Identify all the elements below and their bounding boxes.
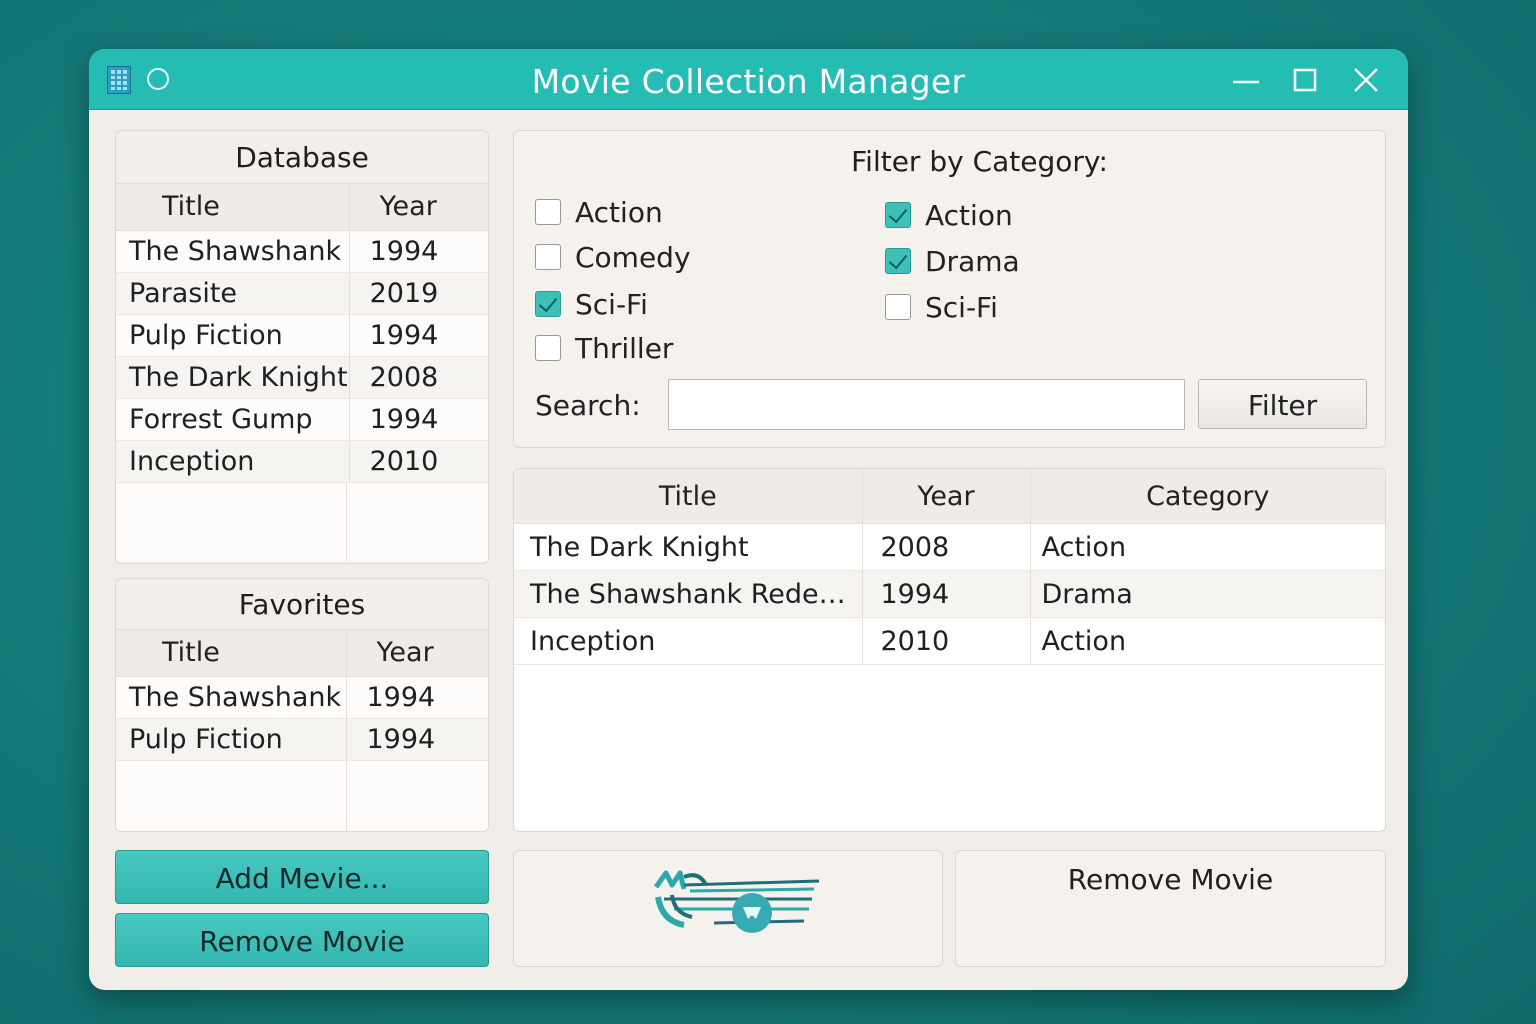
table-row[interactable]: The Shawshank 1994	[116, 676, 488, 719]
results-table: Title Year Category The Dark Knight 2008…	[514, 469, 1385, 665]
checkbox-scifi-left[interactable]: Sci-Fi	[535, 286, 648, 322]
results-col-title[interactable]: Title	[514, 469, 863, 524]
checkbox-label: Action	[925, 198, 1013, 232]
table-row[interactable]: Pulp Fiction 1994	[116, 314, 488, 357]
checkbox-box[interactable]	[535, 199, 561, 225]
database-heading: Database	[116, 131, 488, 184]
checkbox-label: Thriller	[575, 331, 674, 365]
database-empty-area	[116, 482, 488, 561]
row-year: 1994	[349, 230, 488, 273]
close-icon[interactable]	[1349, 63, 1383, 97]
database-panel: Database Title Year The Shawshank 1994 P…	[115, 130, 489, 564]
row-year: 1994	[862, 570, 1031, 618]
checkbox-label: Action	[575, 195, 663, 229]
row-year: 1994	[346, 718, 488, 761]
checkbox-box[interactable]	[535, 244, 561, 270]
favorites-panel: Favorites Title Year The Shawshank 1994 …	[115, 578, 489, 832]
checkbox-thriller-left[interactable]: Thriller	[535, 330, 673, 366]
add-movie-button[interactable]: Add Mevie...	[115, 850, 489, 904]
database-col-year[interactable]: Year	[349, 184, 488, 231]
favorites-empty-area	[116, 760, 488, 831]
results-col-category[interactable]: Category	[1030, 469, 1385, 524]
favorites-table: Title Year The Shawshank 1994 Pulp Ficti…	[116, 630, 488, 761]
checkbox-label: Sci-Fi	[575, 287, 648, 321]
row-year: 1994	[349, 398, 488, 441]
row-year: 2019	[349, 272, 488, 315]
row-year: 2010	[349, 440, 488, 483]
movie-logo-icon	[653, 870, 820, 933]
filter-button[interactable]: Filter	[1198, 379, 1367, 429]
row-title: The Dark Knight	[514, 523, 863, 571]
table-row[interactable]: Pulp Fiction 1994	[116, 718, 488, 761]
row-year: 2008	[349, 356, 488, 399]
table-row[interactable]: Inception 2010	[116, 440, 488, 483]
row-title: The Shawshank	[116, 230, 350, 273]
filter-title: Filter by Category:	[851, 145, 1108, 178]
row-category: Action	[1030, 617, 1385, 665]
row-year: 1994	[346, 676, 488, 719]
filter-panel: Filter by Category: Action Comedy Sci-Fi…	[513, 130, 1386, 448]
title-bar[interactable]: Movie Collection Manager	[89, 49, 1408, 110]
row-year: 1994	[349, 314, 488, 357]
checkbox-label: Drama	[925, 244, 1020, 278]
checkbox-box[interactable]	[885, 294, 911, 320]
database-table: Title Year The Shawshank 1994 Parasite 2…	[116, 184, 488, 483]
checkbox-label: Comedy	[575, 240, 691, 274]
checkbox-label: Sci-Fi	[925, 290, 998, 324]
checkbox-drama-right[interactable]: Drama	[885, 243, 1020, 279]
row-title: Inception	[116, 440, 350, 483]
row-title: Pulp Fiction	[116, 718, 347, 761]
row-year: 2008	[862, 523, 1031, 571]
search-label: Search:	[535, 389, 641, 422]
row-year: 2010	[862, 617, 1031, 665]
table-row[interactable]: The Shawshank Redempt... 1994 Drama	[514, 570, 1385, 618]
row-title: The Shawshank Redempt...	[514, 570, 863, 618]
remove-movie-panel-label[interactable]: Remove Movie	[956, 863, 1385, 896]
minimize-icon[interactable]	[1229, 63, 1263, 97]
checkbox-box[interactable]	[535, 335, 561, 361]
row-title: Forrest Gump	[116, 398, 350, 441]
remove-movie-button[interactable]: Remove Movie	[115, 913, 489, 967]
favorites-col-title[interactable]: Title	[116, 630, 347, 677]
table-row[interactable]: Inception 2010 Action	[514, 617, 1385, 665]
remove-movie-panel[interactable]: Remove Movie	[955, 850, 1386, 967]
checkbox-box[interactable]	[885, 248, 911, 274]
checkbox-action-left[interactable]: Action	[535, 194, 663, 230]
table-row[interactable]: The Dark Knight 2008 Action	[514, 523, 1385, 571]
row-title: Parasite	[116, 272, 350, 315]
database-col-title[interactable]: Title	[116, 184, 350, 231]
maximize-icon[interactable]	[1288, 63, 1322, 97]
table-row[interactable]: The Dark Knight 2008	[116, 356, 488, 399]
checkbox-box[interactable]	[885, 202, 911, 228]
results-panel: Title Year Category The Dark Knight 2008…	[513, 468, 1386, 832]
table-row[interactable]: The Shawshank 1994	[116, 230, 488, 273]
row-title: The Dark Knight	[116, 356, 350, 399]
checkbox-action-right[interactable]: Action	[885, 197, 1013, 233]
main-window: Movie Collection Manager Database Title …	[89, 49, 1408, 990]
logo-panel	[513, 850, 943, 967]
search-input[interactable]	[668, 379, 1185, 430]
row-category: Action	[1030, 523, 1385, 571]
row-title: Inception	[514, 617, 863, 665]
checkbox-scifi-right[interactable]: Sci-Fi	[885, 289, 998, 325]
table-row[interactable]: Forrest Gump 1994	[116, 398, 488, 441]
row-title: Pulp Fiction	[116, 314, 350, 357]
checkbox-box[interactable]	[535, 291, 561, 317]
checkbox-comedy-left[interactable]: Comedy	[535, 239, 691, 275]
window-title: Movie Collection Manager	[531, 62, 966, 101]
favorites-col-year[interactable]: Year	[346, 630, 488, 677]
row-category: Drama	[1030, 570, 1385, 618]
results-col-year[interactable]: Year	[862, 469, 1031, 524]
table-row[interactable]: Parasite 2019	[116, 272, 488, 315]
favorites-heading: Favorites	[116, 579, 488, 630]
row-title: The Shawshank	[116, 676, 347, 719]
